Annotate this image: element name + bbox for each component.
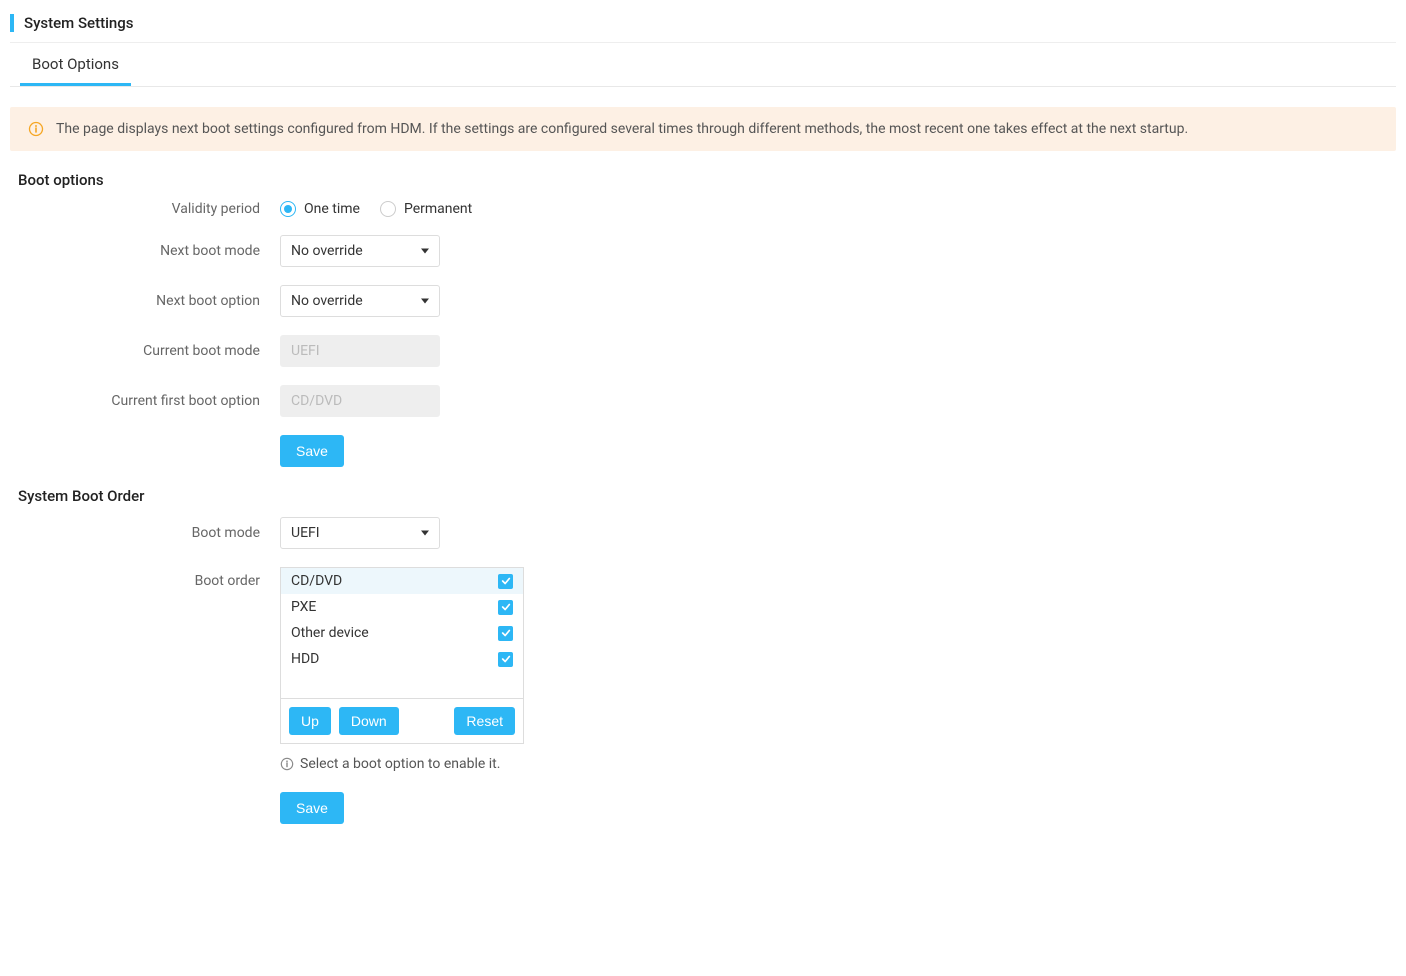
page-header: System Settings — [10, 10, 1396, 43]
boot-order-item[interactable]: PXE — [281, 594, 523, 620]
radio-one-time[interactable]: One time — [280, 201, 360, 217]
current-first-boot-option-label: Current first boot option — [10, 393, 280, 409]
radio-permanent-label: Permanent — [404, 201, 472, 217]
radio-one-time-circle — [280, 201, 296, 217]
boot-order-item-name: PXE — [291, 599, 316, 615]
boot-order-item-checkbox[interactable] — [498, 574, 513, 589]
tab-boot-options[interactable]: Boot Options — [20, 43, 131, 86]
reset-button[interactable]: Reset — [454, 707, 515, 735]
boot-order-item-checkbox[interactable] — [498, 600, 513, 615]
info-icon — [28, 121, 44, 137]
boot-order-buttons: Up Down Reset — [280, 698, 524, 744]
radio-permanent-circle — [380, 201, 396, 217]
boot-order-item-name: CD/DVD — [291, 573, 342, 589]
chevron-down-icon — [421, 299, 429, 304]
title-accent-bar — [10, 14, 14, 32]
current-first-boot-option-field: CD/DVD — [280, 385, 440, 417]
boot-order-item[interactable]: HDD — [281, 646, 523, 672]
page-title: System Settings — [24, 14, 133, 32]
next-boot-option-label: Next boot option — [10, 293, 280, 309]
next-boot-mode-select[interactable]: No override — [280, 235, 440, 267]
boot-order-item-name: HDD — [291, 651, 319, 667]
radio-permanent[interactable]: Permanent — [380, 201, 472, 217]
boot-order-hint-text: Select a boot option to enable it. — [300, 756, 500, 772]
next-boot-mode-value: No override — [291, 243, 363, 259]
boot-order-item-name: Other device — [291, 625, 369, 641]
boot-options-heading: Boot options — [18, 171, 1396, 189]
tabs: Boot Options — [10, 43, 1396, 87]
boot-mode-label: Boot mode — [10, 525, 280, 541]
boot-order-label: Boot order — [10, 567, 280, 589]
chevron-down-icon — [421, 531, 429, 536]
validity-period-radio-group: One time Permanent — [280, 201, 472, 217]
boot-order-item[interactable]: CD/DVD — [281, 568, 523, 594]
boot-order-hint: Select a boot option to enable it. — [280, 756, 524, 772]
system-boot-order-heading: System Boot Order — [18, 487, 1396, 505]
boot-mode-select[interactable]: UEFI — [280, 517, 440, 549]
info-banner-text: The page displays next boot settings con… — [56, 121, 1188, 137]
boot-order-item[interactable]: Other device — [281, 620, 523, 646]
boot-order-item-checkbox[interactable] — [498, 652, 513, 667]
current-boot-mode-value: UEFI — [291, 343, 320, 359]
current-boot-mode-field: UEFI — [280, 335, 440, 367]
current-boot-mode-label: Current boot mode — [10, 343, 280, 359]
next-boot-option-value: No override — [291, 293, 363, 309]
save-boot-order-button[interactable]: Save — [280, 792, 344, 824]
save-boot-options-button[interactable]: Save — [280, 435, 344, 467]
boot-mode-value: UEFI — [291, 525, 320, 541]
boot-order-container: CD/DVD PXE Other device HDD Up Down Reset — [280, 567, 524, 744]
next-boot-mode-label: Next boot mode — [10, 243, 280, 259]
validity-period-label: Validity period — [10, 201, 280, 217]
radio-one-time-label: One time — [304, 201, 360, 217]
up-button[interactable]: Up — [289, 707, 331, 735]
info-banner: The page displays next boot settings con… — [10, 107, 1396, 151]
next-boot-option-select[interactable]: No override — [280, 285, 440, 317]
boot-order-item-checkbox[interactable] — [498, 626, 513, 641]
current-first-boot-option-value: CD/DVD — [291, 393, 342, 409]
chevron-down-icon — [421, 249, 429, 254]
down-button[interactable]: Down — [339, 707, 399, 735]
info-icon — [280, 757, 294, 771]
boot-order-list: CD/DVD PXE Other device HDD — [280, 567, 524, 698]
